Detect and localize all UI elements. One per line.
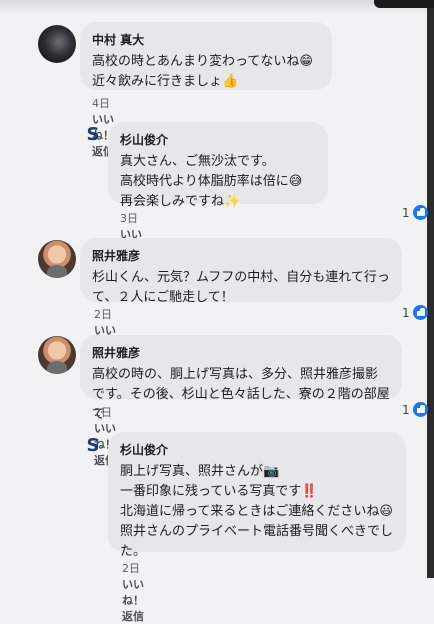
screen-edge [427, 8, 434, 578]
commenter-name[interactable]: 杉山俊介 [120, 441, 394, 458]
commenter-name[interactable]: 杉山俊介 [120, 131, 316, 148]
comment-bubble: 照井雅彦 高校の時の、胴上げ写真は、多分、照井雅彦撮影です。その後、杉山と色々話… [80, 335, 402, 422]
comment-time: 2日 [94, 308, 112, 321]
comment-bubble: 照井雅彦 杉山くん、元気？ムフフの中村、自分も連れて行って、２人にご馳走して！ [80, 238, 402, 305]
reaction-count[interactable]: 1 [402, 205, 428, 220]
commenter-name[interactable]: 中村 真大 [92, 31, 320, 48]
avatar[interactable] [38, 25, 76, 63]
reaction-count-value: 1 [402, 305, 410, 320]
page-logo-avatar[interactable]: S [82, 435, 104, 457]
comment-actions: 2日 いいね！ 返信 [122, 560, 162, 624]
comment-time: 4日 [92, 97, 110, 110]
like-icon [412, 305, 428, 320]
like-icon [412, 205, 428, 220]
avatar[interactable] [38, 336, 76, 374]
reply-button[interactable]: 返信 [122, 610, 144, 623]
reaction-count-value: 1 [402, 402, 410, 417]
comment-text: 高校の時とあんまり変わってないね😁 近々飲みに行きましょ👍 [92, 54, 313, 89]
comment-bubble: 杉山俊介 真大さん、ご無沙汰です。 高校時代より体脂肪率は倍に😅 再会楽しみです… [108, 122, 328, 209]
commenter-name[interactable]: 照井雅彦 [92, 344, 390, 361]
status-bar-dark-area [374, 0, 434, 8]
comment-text: 高校の時の、胴上げ写真は、多分、照井雅彦撮影です。その後、杉山と色々話した、寮の… [92, 367, 390, 422]
comment-time: 2日 [122, 562, 140, 575]
commenter-name[interactable]: 照井雅彦 [92, 247, 390, 264]
comment-bubble: 杉山俊介 胴上げ写真、照井さんが📷 一番印象に残っている写真です‼️ 北海道に帰… [108, 432, 406, 559]
comment-text: 胴上げ写真、照井さんが📷 一番印象に残っている写真です‼️ 北海道に帰って来ると… [120, 464, 394, 559]
status-bar [0, 0, 434, 14]
comment-text: 真大さん、ご無沙汰です。 高校時代より体脂肪率は倍に😅 再会楽しみですね✨ [120, 154, 303, 209]
like-icon [412, 402, 428, 417]
reaction-count-value: 1 [402, 205, 410, 220]
reaction-count[interactable]: 1 [402, 305, 428, 320]
comment-bubble: 中村 真大 高校の時とあんまり変わってないね😁 近々飲みに行きましょ👍 [80, 22, 332, 90]
comment-time: 2日 [94, 406, 112, 419]
reaction-count[interactable]: 1 [402, 402, 428, 417]
like-button[interactable]: いいね！ [122, 578, 144, 607]
comment-time: 3日 [120, 212, 138, 225]
comment-text: 杉山くん、元気？ムフフの中村、自分も連れて行って、２人にご馳走して！ [92, 270, 390, 305]
page-logo-avatar[interactable]: S [82, 124, 104, 146]
avatar[interactable] [38, 240, 76, 278]
